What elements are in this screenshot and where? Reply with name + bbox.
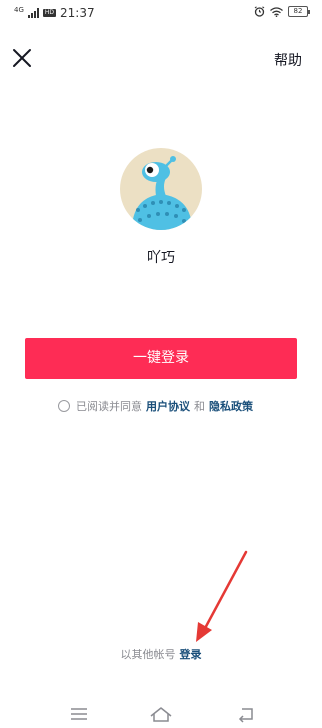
wifi-icon (270, 6, 283, 17)
status-time: 21:37 (60, 6, 95, 20)
back-icon (238, 708, 253, 723)
back-button[interactable] (234, 704, 258, 724)
one-click-login-button[interactable]: 一键登录 (25, 338, 297, 379)
menu-icon (71, 708, 87, 720)
user-agreement-link[interactable]: 用户协议 (146, 398, 190, 414)
status-bar: 4G HD 21:37 82 (0, 0, 322, 28)
username: 吖巧 (147, 250, 175, 266)
alarm-icon (254, 6, 265, 17)
agreement-row: 已阅读并同意 用户协议 和 隐私政策 (58, 397, 253, 415)
network-type: 4G (14, 5, 24, 14)
status-right: 82 (254, 6, 310, 17)
other-account-login: 以其他帐号 登录 (0, 646, 322, 662)
avatar (120, 148, 202, 230)
close-icon (13, 49, 31, 67)
battery-indicator: 82 (288, 6, 310, 17)
agreement-prefix: 已阅读并同意 (76, 400, 142, 413)
annotation-arrow-icon (196, 550, 248, 642)
help-link[interactable]: 帮助 (274, 50, 302, 70)
close-button[interactable] (10, 46, 34, 70)
signal-icon (27, 8, 39, 18)
agreement-radio[interactable] (58, 400, 70, 412)
alien-avatar-icon (120, 148, 202, 230)
other-account-login-link[interactable]: 登录 (180, 648, 202, 661)
privacy-policy-link[interactable]: 隐私政策 (209, 398, 253, 414)
home-button[interactable] (149, 704, 173, 724)
hd-badge: HD (42, 9, 57, 17)
status-left: 4G HD 21:37 (14, 6, 95, 20)
and-text: 和 (194, 400, 205, 413)
system-nav-bar (0, 700, 322, 728)
other-account-text: 以其他帐号 (120, 648, 176, 661)
home-icon (150, 707, 172, 722)
menu-button[interactable] (67, 704, 91, 724)
